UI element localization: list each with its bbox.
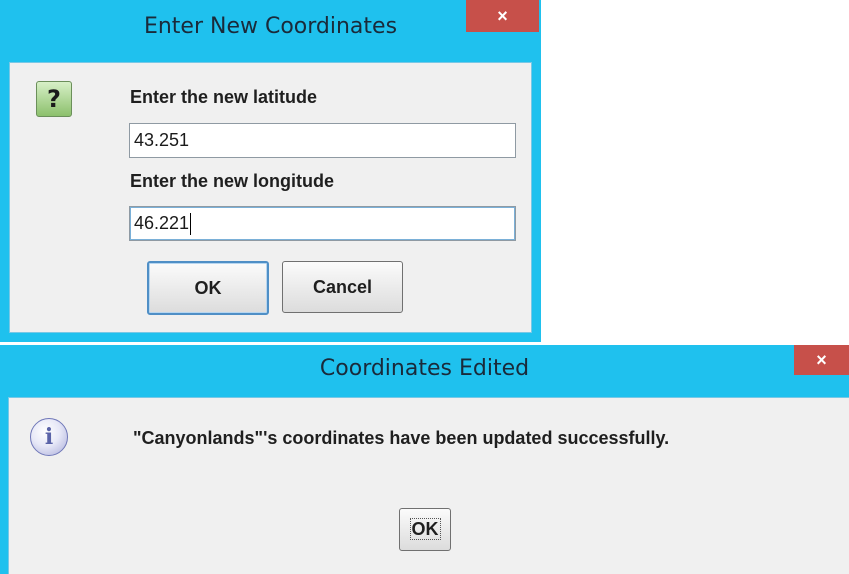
ok-button[interactable]: OK (147, 261, 269, 315)
close-button[interactable]: × (466, 0, 539, 32)
latitude-value: 43.251 (134, 130, 190, 150)
dialog-body: ? Enter the new latitude 43.251 Enter th… (9, 62, 532, 333)
close-button[interactable]: × (794, 345, 849, 375)
question-icon: ? (36, 81, 72, 117)
dialog-title: Coordinates Edited (319, 356, 530, 381)
information-icon: i (30, 418, 68, 456)
close-icon: × (497, 6, 508, 26)
latitude-label: Enter the new latitude (130, 87, 318, 107)
ok-label: OK (409, 518, 441, 540)
ok-button[interactable]: OK (399, 508, 451, 551)
latitude-input[interactable]: 43.251 (129, 123, 516, 158)
longitude-input[interactable]: 46.221 (129, 206, 516, 241)
success-message: "Canyonlands"'s coordinates have been up… (133, 428, 670, 448)
longitude-value: 46.221 (134, 213, 190, 233)
cancel-button[interactable]: Cancel (282, 261, 403, 313)
text-caret (190, 213, 192, 236)
longitude-label: Enter the new longitude (130, 171, 335, 191)
enter-coordinates-dialog: Enter New Coordinates × ? Enter the new … (0, 0, 541, 342)
dialog-title: Enter New Coordinates (143, 14, 398, 39)
dialog-body: i "Canyonlands"'s coordinates have been … (8, 397, 849, 574)
title-bar[interactable]: Enter New Coordinates × (0, 0, 541, 62)
coordinates-edited-dialog: Coordinates Edited × i "Canyonlands"'s c… (0, 345, 849, 574)
close-icon: × (816, 350, 827, 370)
